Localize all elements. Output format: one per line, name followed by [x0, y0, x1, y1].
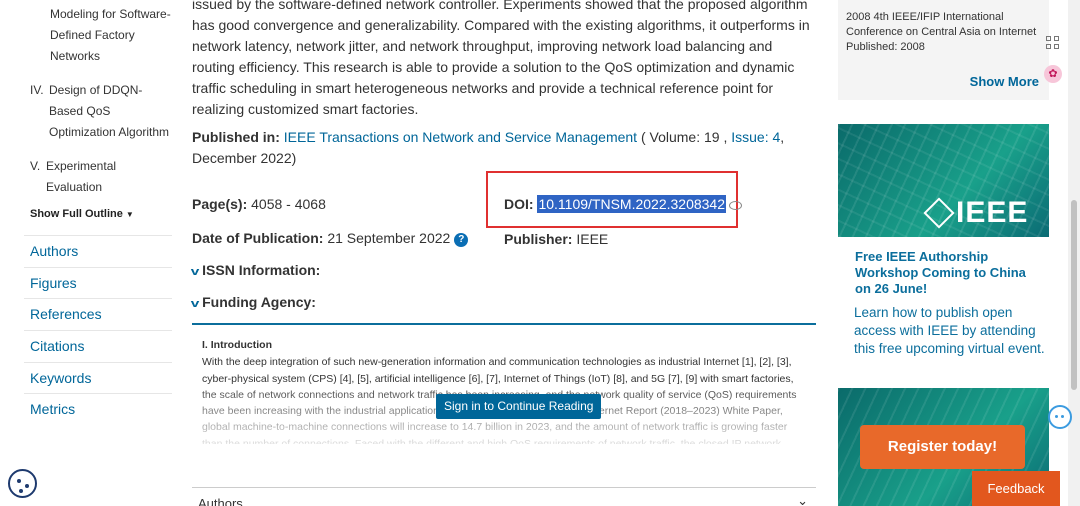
outline-item-experimental[interactable]: V. Experimental Evaluation — [30, 156, 172, 198]
section-divider — [192, 323, 816, 325]
outline-line: Evaluation — [46, 180, 103, 194]
outline-number: IV. — [30, 83, 44, 97]
conference-info: 2008 4th IEEE/IFIP International Confere… — [846, 10, 1042, 55]
ad-title[interactable]: Free IEEE Authorship Workshop Coming to … — [855, 249, 1045, 297]
published-in-label: Published in: — [192, 129, 280, 145]
feedback-button[interactable]: Feedback — [972, 471, 1060, 506]
dop-label: Date of Publication: — [192, 230, 324, 246]
ieee-banner[interactable]: IEEE — [838, 124, 1049, 237]
caret-down-icon: ▼ — [125, 210, 134, 219]
abstract-text: issued by the software-defined network c… — [192, 0, 810, 117]
issn-accordion[interactable]: v ISSN Information: — [190, 262, 321, 278]
doi-link[interactable]: 10.1109/TNSM.2022.3208342 — [537, 195, 726, 213]
nav-figures[interactable]: Figures — [24, 266, 172, 299]
issue-link[interactable]: Issue: 4 — [731, 129, 780, 145]
outline-line: Experimental — [46, 159, 117, 173]
publisher-value: IEEE — [576, 231, 609, 247]
ieee-diamond-icon — [923, 197, 955, 229]
funding-accordion[interactable]: v Funding Agency: — [190, 294, 316, 310]
doi-info: DOI: 10.1109/TNSM.2022.3208342 — [504, 195, 742, 213]
dop-value: 21 September 2022 — [327, 230, 451, 246]
outline-line: Optimization Algorithm — [49, 125, 170, 139]
outline-line: Design of DDQN- — [49, 83, 143, 97]
sign-in-button[interactable]: Sign in to Continue Reading — [436, 394, 602, 419]
journal-link[interactable]: IEEE Transactions on Network and Service… — [284, 129, 637, 145]
nav-authors[interactable]: Authors — [24, 235, 172, 267]
outline-number: V. — [30, 159, 41, 173]
outline-line: Defined Factory — [50, 28, 135, 42]
section-nav: Authors Figures References Citations Key… — [24, 235, 172, 425]
show-full-outline-button[interactable]: Show Full Outline ▼ — [30, 208, 134, 220]
copy-icon[interactable] — [729, 201, 742, 210]
pages-value: 4058 - 4068 — [251, 196, 326, 212]
published-in: Published in: IEEE Transactions on Netwo… — [192, 127, 816, 169]
page-scrollbar[interactable] — [1068, 0, 1080, 506]
nav-citations[interactable]: Citations — [24, 330, 172, 362]
authors-section-header[interactable]: Authors ⌄ — [192, 487, 816, 506]
nav-keywords[interactable]: Keywords — [24, 361, 172, 394]
ieee-logo: IEEE — [956, 196, 1029, 229]
doi-label: DOI: — [504, 196, 534, 212]
chevron-down-icon: ⌄ — [797, 493, 808, 506]
chevron-down-icon: v — [190, 298, 200, 310]
show-full-outline-label: Show Full Outline — [30, 208, 123, 220]
ad-body: Learn how to publish open access with IE… — [854, 305, 1045, 356]
conference-published: Published: 2008 — [846, 41, 925, 53]
nav-metrics[interactable]: Metrics — [24, 393, 172, 425]
nav-references[interactable]: References — [24, 298, 172, 330]
chevron-down-icon: v — [190, 266, 200, 278]
chat-icon[interactable] — [1048, 405, 1072, 429]
pages-info: Page(s): 4058 - 4068 — [192, 196, 326, 212]
intro-heading: I. Introduction — [202, 339, 272, 351]
related-conference-card: 2008 4th IEEE/IFIP International Confere… — [838, 0, 1049, 100]
document-outline: Modeling for Software- Defined Factory N… — [0, 0, 172, 506]
help-icon[interactable]: ? — [454, 233, 469, 247]
volume-text: ( Volume: 19 , — [637, 129, 732, 145]
conference-title[interactable]: 2008 4th IEEE/IFIP International Confere… — [846, 10, 1042, 40]
issn-label: ISSN Information: — [202, 262, 321, 278]
assistant-avatar-icon[interactable]: ✿ — [1044, 65, 1062, 83]
authors-section-label: Authors — [198, 496, 243, 506]
outline-item-modeling[interactable]: Modeling for Software- Defined Factory N… — [50, 4, 171, 67]
outline-line: Based QoS — [49, 104, 111, 118]
scrollbar-thumb[interactable] — [1071, 200, 1077, 390]
pages-label: Page(s): — [192, 196, 248, 212]
show-more-link[interactable]: Show More — [970, 74, 1039, 89]
outline-item-design[interactable]: IV. Design of DDQN- Based QoS Optimizati… — [30, 80, 172, 143]
register-button[interactable]: Register today! — [860, 425, 1025, 469]
publisher-info: Publisher: IEEE — [504, 231, 608, 247]
article-page: Modeling for Software- Defined Factory N… — [0, 0, 1080, 506]
outline-line: Networks — [50, 49, 101, 63]
outline-line: Modeling for Software- — [50, 7, 171, 21]
publisher-label: Publisher: — [504, 231, 573, 247]
funding-label: Funding Agency: — [202, 294, 316, 310]
cookie-settings-icon[interactable] — [8, 469, 37, 498]
apps-grid-icon[interactable] — [1046, 36, 1060, 50]
date-of-publication: Date of Publication: 21 September 2022? — [192, 230, 469, 247]
